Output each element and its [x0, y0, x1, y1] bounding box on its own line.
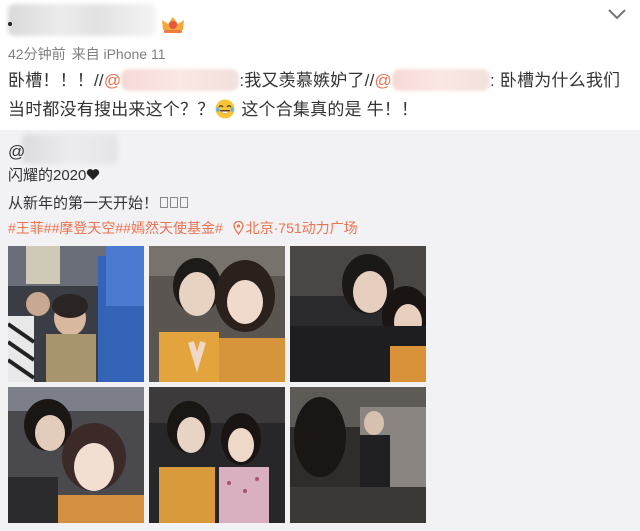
photo-grid: [8, 246, 426, 530]
original-line2-text: 从新年的第一天开始！: [8, 195, 159, 212]
post-body: 卧槽！！！//@:我又羡慕嫉妒了//@: 卧槽为什么我们 当时都没有搜出来这个？…: [8, 66, 636, 124]
photo-thumbnail[interactable]: [290, 246, 426, 382]
topic-tag[interactable]: #摩登天空#: [52, 220, 124, 236]
photo-thumbnail[interactable]: [149, 246, 285, 382]
original-text-line2: 从新年的第一天开始！: [8, 192, 189, 213]
original-username-blurred[interactable]: [22, 134, 118, 164]
photo-thumbnail[interactable]: [8, 246, 144, 382]
laughing-tears-emoji-icon: [215, 99, 235, 119]
map-pin-icon: [232, 221, 244, 235]
original-username-at[interactable]: @: [8, 142, 25, 162]
missing-glyph-box: [170, 197, 179, 208]
post-text-d: 当时都没有搜出来这个？？: [8, 100, 215, 119]
username-blurred[interactable]: [8, 4, 156, 36]
original-line1-text: 闪耀的2020: [8, 167, 87, 184]
repost-header: 42分钟前 来自 iPhone 11 卧槽！！！//@:我又羡慕嫉妒了//@: 卧…: [0, 0, 640, 130]
username-dot: [8, 22, 12, 26]
black-heart-icon: [87, 169, 100, 180]
missing-glyph-box: [180, 197, 189, 208]
vip-crown-badge-icon[interactable]: [160, 14, 186, 34]
mention-2-blurred: [391, 69, 490, 91]
missing-glyph-box: [160, 197, 169, 208]
post-meta: 42分钟前 来自 iPhone 11: [8, 44, 165, 64]
topic-tag[interactable]: #王菲#: [8, 220, 52, 236]
photo-thumbnail[interactable]: [8, 387, 144, 523]
location-link[interactable]: 北京·751动力广场: [232, 220, 358, 236]
photo-thumbnail[interactable]: [149, 387, 285, 523]
post-text-c: : 卧槽为什么我们: [489, 71, 621, 90]
post-text-a: 卧槽！！！//: [8, 71, 104, 90]
photo-thumbnail[interactable]: [290, 387, 426, 523]
post-time[interactable]: 42分钟前: [8, 46, 66, 62]
location-text: 北京·751动力广场: [245, 220, 358, 236]
chevron-down-icon[interactable]: [606, 6, 628, 22]
topic-tags: #王菲##摩登天空##嫣然天使基金# 北京·751动力广场: [8, 218, 358, 238]
original-text-line1: 闪耀的2020: [8, 164, 100, 185]
post-text-e: 这个合集真的是 牛！！: [236, 100, 419, 119]
mention-1[interactable]: @: [104, 69, 240, 91]
mention-2[interactable]: @: [375, 69, 490, 91]
post-source: 来自 iPhone 11: [71, 46, 166, 62]
post-text-b: :我又羡慕嫉妒了//: [239, 71, 375, 90]
mention-1-blurred: [121, 69, 240, 91]
reposted-card: @ 闪耀的2020 从新年的第一天开始！ #王菲##摩登天空##嫣然天使基金# …: [0, 130, 640, 531]
topic-tag[interactable]: #嫣然天使基金#: [123, 220, 223, 236]
